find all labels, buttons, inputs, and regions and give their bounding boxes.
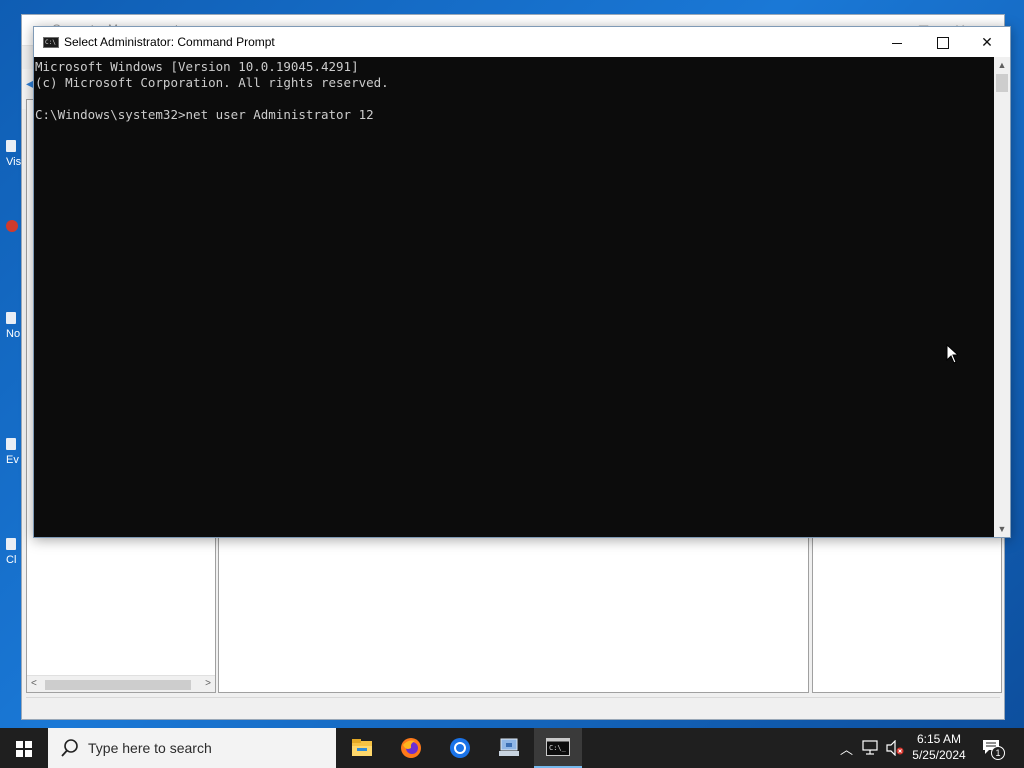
file-explorer-icon	[352, 739, 372, 756]
network-app-icon	[499, 738, 519, 756]
desktop-icon[interactable]: Vis	[6, 140, 22, 168]
clock-time: 6:15 AM	[916, 732, 962, 746]
minimize-button[interactable]	[874, 27, 920, 57]
close-icon: ✕	[981, 34, 993, 50]
taskbar-search-box[interactable]: Type here to search	[48, 728, 336, 768]
notification-center-button[interactable]: 1	[978, 736, 1008, 760]
desktop-app-icon	[6, 438, 16, 450]
chevron-up-icon: ︿	[840, 742, 854, 757]
desktop-icon[interactable]: Ev	[6, 438, 22, 466]
desktop-app-icon	[6, 220, 18, 232]
maximize-button[interactable]	[920, 27, 966, 57]
console-output[interactable]: Microsoft Windows [Version 10.0.19045.42…	[34, 57, 994, 537]
maximize-icon	[937, 37, 949, 50]
svg-text:C:\_: C:\_	[549, 744, 567, 752]
desktop-icon[interactable]	[6, 220, 22, 236]
network-icon	[862, 740, 878, 755]
desktop-app-icon	[6, 140, 16, 152]
vertical-scrollbar[interactable]: ▲ ▼	[994, 57, 1010, 537]
cmd-titlebar[interactable]: C:\ Select Administrator: Command Prompt…	[34, 27, 1010, 57]
scrollbar-thumb[interactable]	[996, 74, 1008, 92]
minimize-icon	[892, 42, 902, 44]
console-line: (c) Microsoft Corporation. All rights re…	[35, 75, 389, 90]
taskbar-chrome[interactable]	[436, 728, 484, 768]
command-prompt-window[interactable]: C:\ Select Administrator: Command Prompt…	[33, 26, 1011, 538]
taskbar: Type here to search C:\_ ︿ 6:15 AM 5/25/…	[0, 728, 1024, 768]
firefox-icon	[401, 738, 421, 758]
cmd-window-title: Select Administrator: Command Prompt	[64, 35, 275, 49]
horizontal-scrollbar[interactable]: < >	[27, 675, 215, 692]
scrollbar-thumb[interactable]	[45, 680, 191, 690]
search-icon	[61, 739, 78, 757]
taskbar-clock[interactable]: 6:15 AM 5/25/2024	[904, 731, 974, 763]
windows-logo-icon	[16, 741, 32, 757]
command-prompt-icon: C:\_	[546, 738, 570, 756]
close-button[interactable]: ✕	[964, 27, 1010, 57]
taskbar-network-app[interactable]	[485, 728, 533, 768]
console-prompt-line[interactable]: C:\Windows\system32>net user Administrat…	[35, 107, 994, 123]
desktop-app-icon	[6, 538, 16, 550]
console-line: Microsoft Windows [Version 10.0.19045.42…	[35, 59, 359, 74]
scroll-up-icon[interactable]: ▲	[994, 57, 1010, 73]
desktop-icon-label: Vis	[6, 156, 22, 168]
desktop-icon[interactable]: No	[6, 312, 22, 340]
taskbar-firefox[interactable]	[387, 728, 435, 768]
taskbar-file-explorer[interactable]	[338, 728, 386, 768]
start-button[interactable]	[0, 728, 48, 768]
chrome-icon	[450, 738, 470, 758]
command-prompt-icon[interactable]: C:\	[43, 37, 59, 48]
scroll-down-icon[interactable]: ▼	[994, 521, 1010, 537]
status-bar	[26, 697, 1000, 716]
mouse-cursor-icon	[946, 344, 958, 364]
notification-count-badge: 1	[991, 746, 1005, 760]
clock-date: 5/25/2024	[912, 748, 966, 762]
search-placeholder: Type here to search	[88, 740, 212, 756]
desktop-app-icon	[6, 312, 16, 324]
desktop-icon-label: Cl	[6, 554, 17, 566]
desktop-icon-label: No	[6, 328, 21, 340]
desktop-icon[interactable]: Cl	[6, 538, 22, 566]
scroll-left-icon[interactable]: <	[31, 676, 37, 692]
desktop-icon-label: Ev	[6, 454, 19, 466]
taskbar-command-prompt[interactable]: C:\_	[534, 728, 582, 768]
volume-muted-icon	[886, 740, 904, 756]
scroll-right-icon[interactable]: >	[205, 676, 211, 692]
